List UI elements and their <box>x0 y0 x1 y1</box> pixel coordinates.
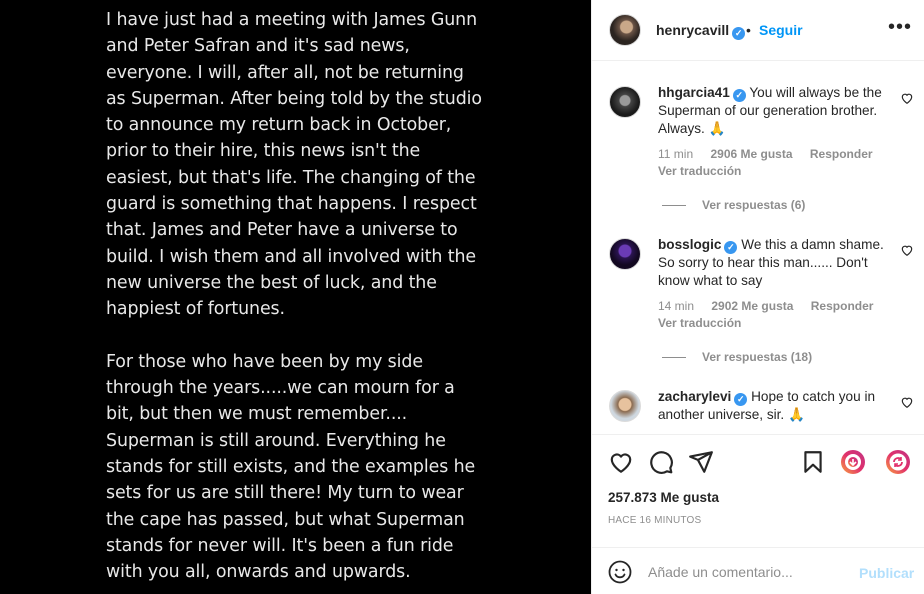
bookmark-icon[interactable] <box>800 449 826 475</box>
likes-count[interactable]: 257.873 Me gusta <box>608 490 719 505</box>
verified-badge-icon: ✓ <box>732 27 746 40</box>
comment-time[interactable]: 14 min <box>658 299 694 313</box>
follow-button[interactable]: Seguir <box>759 22 803 38</box>
reply-button[interactable]: Responder <box>811 299 874 313</box>
view-replies-button[interactable]: Ver respuestas (6) <box>662 198 805 212</box>
save-to-collection-icon[interactable] <box>840 449 866 475</box>
post-text: I have just had a meeting with James Gun… <box>106 7 486 594</box>
verified-badge-icon: ✓ <box>732 89 746 102</box>
post-paragraph: I have just had a meeting with James Gun… <box>106 10 482 320</box>
post-sidebar: henrycavill ✓ • Seguir ••• hhgarcia41 ✓ Yo… <box>591 0 924 594</box>
verified-badge-icon: ✓ <box>734 393 748 406</box>
smiley-icon[interactable] <box>608 560 632 584</box>
separator-dot: • <box>746 22 751 38</box>
post-timestamp[interactable]: HACE 16 MINUTOS <box>608 515 701 526</box>
comment-time[interactable]: 11 min <box>658 147 693 161</box>
divider <box>662 357 686 359</box>
comment-body: hhgarcia41 ✓ You will always be the Super… <box>658 84 888 138</box>
post-header: henrycavill ✓ • Seguir ••• <box>592 0 924 61</box>
author-username[interactable]: henrycavill ✓ <box>656 22 746 40</box>
comment-meta: 14 min 2902 Me gusta Responder <box>658 299 887 313</box>
heart-icon[interactable] <box>900 243 914 257</box>
comments-list[interactable]: hhgarcia41 ✓ You will always be the Super… <box>592 62 924 434</box>
translate-link[interactable]: Ver traducción <box>658 164 741 178</box>
avatar[interactable] <box>609 86 641 118</box>
paper-plane-icon[interactable] <box>688 449 714 475</box>
translate-link[interactable]: Ver traducción <box>658 316 741 330</box>
comment-body: bosslogic ✓ We this a damn shame. So sorr… <box>658 236 888 290</box>
repost-icon[interactable] <box>885 449 911 475</box>
comment-meta: 11 min 2906 Me gusta Responder <box>658 147 887 161</box>
comment-input[interactable] <box>648 560 848 584</box>
heart-icon[interactable] <box>900 395 914 409</box>
view-replies-button[interactable]: Ver respuestas (18) <box>662 350 812 364</box>
heart-icon[interactable] <box>900 91 914 105</box>
avatar[interactable] <box>609 390 641 422</box>
more-options-icon[interactable]: ••• <box>888 16 912 39</box>
post-image[interactable]: I have just had a meeting with James Gun… <box>0 0 591 594</box>
action-bar <box>592 434 924 490</box>
avatar[interactable] <box>609 238 641 270</box>
reply-button[interactable]: Responder <box>810 147 873 161</box>
comment-username[interactable]: hhgarcia41 <box>658 85 730 100</box>
comment-likes[interactable]: 2906 Me gusta <box>710 147 792 161</box>
comment-bubble-icon[interactable] <box>648 449 674 475</box>
comment-username[interactable]: bosslogic <box>658 237 721 252</box>
comment-body: zacharylevi ✓ Hope to catch you in anothe… <box>658 388 888 424</box>
post-paragraph: For those who have been by my side throu… <box>106 351 476 583</box>
comment-username[interactable]: zacharylevi <box>658 389 731 404</box>
publish-button[interactable]: Publicar <box>859 565 914 581</box>
heart-icon[interactable] <box>608 449 634 475</box>
verified-badge-icon: ✓ <box>724 241 738 254</box>
add-comment-bar: Publicar <box>592 547 924 594</box>
avatar[interactable] <box>609 14 641 46</box>
divider <box>662 205 686 207</box>
comment-likes[interactable]: 2902 Me gusta <box>711 299 793 313</box>
